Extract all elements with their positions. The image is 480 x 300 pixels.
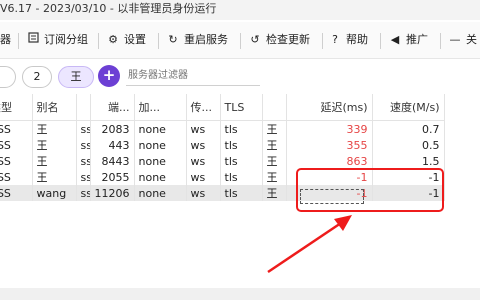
horizontal-scrollbar[interactable] xyxy=(0,288,480,300)
annotation-arrow xyxy=(267,215,352,274)
